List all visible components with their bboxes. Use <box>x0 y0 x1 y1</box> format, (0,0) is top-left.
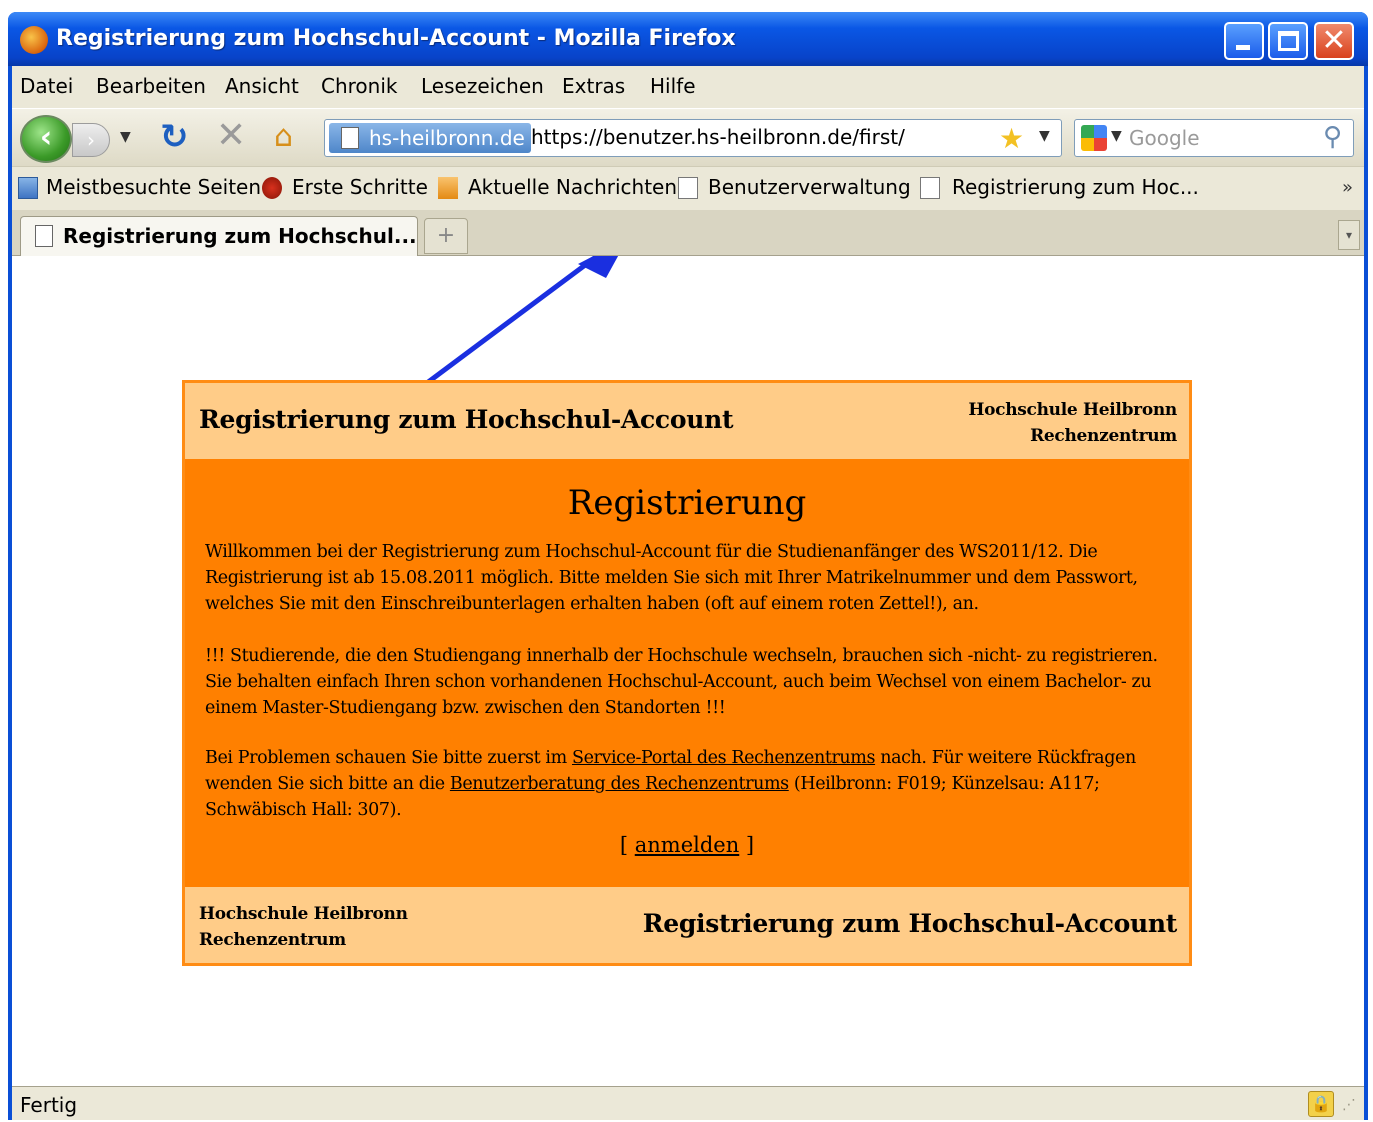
window-title: Registrierung zum Hochschul-Account - Mo… <box>56 26 736 51</box>
registration-panel: Registrierung zum Hochschul-Account Hoch… <box>182 380 1192 966</box>
search-engine-dropdown-icon[interactable]: ▼ <box>1111 128 1122 144</box>
bookmark-first-steps[interactable]: Erste Schritte <box>292 175 428 199</box>
user-support-link[interactable]: Benutzerberatung des Rechenzentrums <box>450 774 789 794</box>
firefox-icon <box>20 26 48 54</box>
org-department: Rechenzentrum <box>199 930 346 950</box>
close-icon: ✕ <box>1321 23 1347 58</box>
org-name: Hochschule Heilbronn <box>968 400 1177 420</box>
menu-extras[interactable]: Extras <box>562 74 625 98</box>
back-icon: ‹ <box>39 120 53 155</box>
history-dropdown-icon[interactable]: ▼ <box>120 129 131 145</box>
tab-registration[interactable]: Registrierung zum Hochschul... <box>20 216 418 256</box>
tab-list-button[interactable]: ▾ <box>1338 220 1360 250</box>
navigation-toolbar: ‹ › ▼ ↻ ✕ ⌂ hs-heilbronn.de https://benu… <box>12 108 1364 166</box>
menu-bearbeiten[interactable]: Bearbeiten <box>96 74 206 98</box>
page-icon <box>35 225 53 247</box>
menu-chronik[interactable]: Chronik <box>321 74 397 98</box>
forward-icon: › <box>87 128 95 152</box>
page-icon <box>920 177 940 199</box>
menu-hilfe[interactable]: Hilfe <box>650 74 696 98</box>
login-row: [ anmelden ] <box>185 833 1189 857</box>
minimize-icon <box>1236 45 1250 50</box>
most-visited-icon <box>18 177 38 199</box>
search-icon[interactable]: ⚲ <box>1323 122 1342 152</box>
service-portal-link[interactable]: Service-Portal des Rechenzentrums <box>572 748 875 768</box>
bookmark-registration[interactable]: Registrierung zum Hoc... <box>952 175 1199 199</box>
bracket: ] <box>739 833 755 857</box>
tab-label: Registrierung zum Hochschul... <box>63 224 417 248</box>
bracket: [ <box>619 833 635 857</box>
bookmarks-toolbar: Meistbesuchte Seiten Erste Schritte Aktu… <box>12 166 1364 210</box>
help-text: Bei Problemen schauen Sie bitte zuerst i… <box>205 745 1175 823</box>
stop-icon[interactable]: ✕ <box>216 115 246 156</box>
minimize-button[interactable] <box>1224 22 1264 60</box>
home-icon[interactable]: ⌂ <box>274 119 293 154</box>
menu-lesezeichen[interactable]: Lesezeichen <box>421 74 544 98</box>
new-tab-button[interactable]: + <box>424 218 468 254</box>
resize-grip-icon[interactable]: ⋰ <box>1342 1097 1356 1113</box>
bookmark-star-icon[interactable]: ★ <box>999 122 1024 155</box>
bookmark-most-visited[interactable]: Meistbesuchte Seiten <box>46 175 261 199</box>
page-title: Registrierung <box>567 483 807 523</box>
site-identity-button[interactable]: hs-heilbronn.de <box>329 123 531 153</box>
status-bar: Fertig 🔒 ⋰ <box>12 1086 1364 1120</box>
panel-body: Registrierung Willkommen bei der Registr… <box>185 459 1189 887</box>
google-icon[interactable] <box>1081 125 1107 151</box>
page-icon <box>678 177 698 199</box>
title-bar[interactable]: Registrierung zum Hochschul-Account - Mo… <box>8 12 1368 66</box>
panel-footer: Hochschule Heilbronn Rechenzentrum Regis… <box>185 887 1189 963</box>
menu-datei[interactable]: Datei <box>20 74 73 98</box>
close-button[interactable]: ✕ <box>1314 22 1354 60</box>
maximize-icon <box>1278 31 1299 51</box>
browser-window: Registrierung zum Hochschul-Account - Mo… <box>8 12 1368 1120</box>
reload-icon[interactable]: ↻ <box>160 117 189 157</box>
help-text-part: Bei Problemen schauen Sie bitte zuerst i… <box>205 748 572 768</box>
url-bar[interactable]: hs-heilbronn.de https://benutzer.hs-heil… <box>324 119 1062 157</box>
panel-header: Registrierung zum Hochschul-Account Hoch… <box>185 383 1189 459</box>
firefox-bookmark-icon <box>262 177 282 199</box>
org-department: Rechenzentrum <box>1030 426 1177 446</box>
welcome-text: Willkommen bei der Registrierung zum Hoc… <box>205 542 1138 614</box>
rss-icon <box>438 177 458 199</box>
page-icon <box>341 127 359 149</box>
org-name: Hochschule Heilbronn <box>199 904 408 924</box>
url-text[interactable]: https://benutzer.hs-heilbronn.de/first/ <box>531 125 905 149</box>
notice-text: !!! Studierende, die den Studiengang inn… <box>205 646 1158 718</box>
lock-icon[interactable]: 🔒 <box>1308 1091 1334 1117</box>
header-organization: Hochschule Heilbronn Rechenzentrum <box>968 397 1177 449</box>
tab-bar: Registrierung zum Hochschul... + ▾ <box>12 210 1364 256</box>
chevron-down-icon: ▾ <box>1345 228 1353 242</box>
plus-icon: + <box>436 223 456 248</box>
search-input[interactable]: Google <box>1129 126 1200 150</box>
browser-client-area: Datei Bearbeiten Ansicht Chronik Lesezei… <box>12 66 1364 1120</box>
bookmark-user-management[interactable]: Benutzerverwaltung <box>708 175 911 199</box>
search-bar[interactable]: ▼ Google ⚲ <box>1074 119 1354 157</box>
menu-bar: Datei Bearbeiten Ansicht Chronik Lesezei… <box>12 66 1364 108</box>
bookmarks-overflow-icon[interactable]: » <box>1342 177 1353 198</box>
footer-title: Registrierung zum Hochschul-Account <box>642 909 1178 938</box>
url-dropdown-icon[interactable]: ▼ <box>1039 128 1050 144</box>
forward-button[interactable]: › <box>72 123 110 157</box>
header-title: Registrierung zum Hochschul-Account <box>199 405 734 434</box>
status-text: Fertig <box>20 1093 78 1117</box>
login-link[interactable]: anmelden <box>635 833 740 857</box>
bookmark-news[interactable]: Aktuelle Nachrichten <box>468 175 677 199</box>
maximize-button[interactable] <box>1268 22 1308 60</box>
back-button[interactable]: ‹ <box>20 115 72 163</box>
site-identity-label: hs-heilbronn.de <box>369 126 525 150</box>
page-content: Registrierung zum Hochschul-Account Hoch… <box>12 256 1364 1086</box>
menu-ansicht[interactable]: Ansicht <box>225 74 299 98</box>
footer-organization: Hochschule Heilbronn Rechenzentrum <box>199 901 408 953</box>
